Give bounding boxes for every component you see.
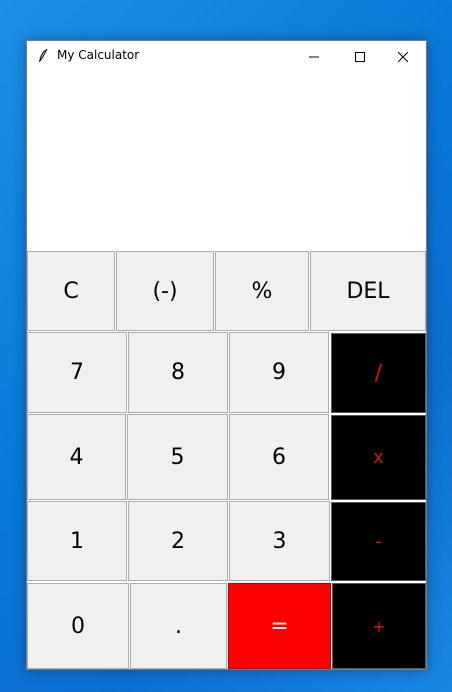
equals-button[interactable]: = [228,583,331,669]
title-bar[interactable]: My Calculator [27,41,426,71]
decimal-button[interactable]: . [130,583,227,669]
digit-5-button[interactable]: 5 [127,414,228,500]
digit-8-button[interactable]: 8 [128,332,228,413]
feather-icon [37,48,49,64]
minimize-icon [309,47,319,66]
digit-9-button[interactable]: 9 [229,332,329,413]
clear-button[interactable]: C [27,251,115,331]
calculator-window: My Calculator C (-) % DEL 7 8 9 / 4 5 6 … [26,40,427,670]
digit-4-button[interactable]: 4 [27,414,126,500]
maximize-button[interactable] [337,41,383,71]
delete-button[interactable]: DEL [310,251,426,331]
digit-2-button[interactable]: 2 [128,501,228,581]
divide-button[interactable]: / [331,333,426,413]
negate-button[interactable]: (-) [116,251,214,331]
close-button[interactable] [380,41,426,71]
digit-3-button[interactable]: 3 [229,501,330,581]
digit-1-button[interactable]: 1 [27,501,127,581]
multiply-button[interactable]: x [331,415,426,500]
maximize-icon [355,47,365,66]
plus-button[interactable]: + [332,583,426,669]
digit-7-button[interactable]: 7 [27,332,127,413]
minus-button[interactable]: - [331,502,426,581]
minimize-button[interactable] [291,41,337,71]
close-icon [397,47,409,66]
digit-6-button[interactable]: 6 [229,414,329,500]
window-title: My Calculator [57,48,140,62]
result-display [27,71,426,251]
digit-0-button[interactable]: 0 [27,583,129,669]
percent-button[interactable]: % [215,251,309,331]
